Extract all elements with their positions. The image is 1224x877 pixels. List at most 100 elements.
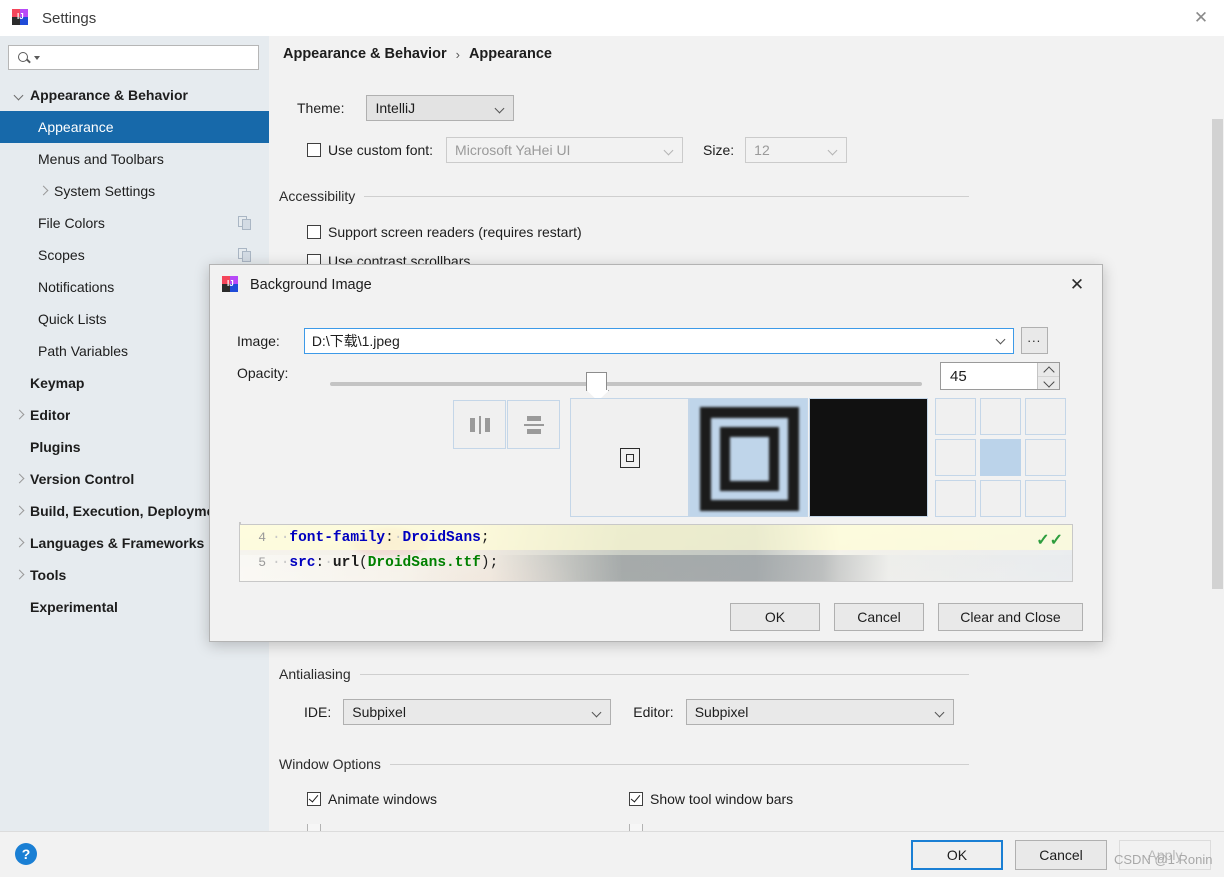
flip-vertical-button[interactable] (507, 400, 560, 449)
chevron-down-icon (935, 708, 949, 717)
chevron-down-icon (664, 146, 678, 155)
code-token: ( (359, 554, 368, 571)
flip-horizontal-button[interactable] (453, 400, 506, 449)
breadcrumb-parent[interactable]: Appearance & Behavior (283, 46, 447, 62)
search-input[interactable] (40, 49, 252, 66)
chevron-down-icon[interactable] (14, 89, 26, 101)
anchor-cell-middle-right[interactable] (1025, 439, 1066, 476)
cancel-button[interactable]: Cancel (1015, 840, 1107, 870)
anchor-cell-top-right[interactable] (1025, 398, 1066, 435)
fill-mode-tile[interactable] (809, 398, 928, 517)
watermark: CSDN @1 Ronin (1114, 852, 1213, 867)
spinner-up-icon[interactable] (1038, 363, 1059, 377)
sidebar-item-appearance[interactable]: Appearance (0, 111, 269, 143)
browse-button[interactable]: ... (1020, 327, 1048, 354)
copy-settings-icon[interactable] (238, 248, 252, 262)
ide-antialiasing-select[interactable]: Subpixel (343, 699, 612, 725)
chevron-right-icon[interactable] (14, 537, 26, 549)
antialiasing-group-title: Antialiasing (279, 666, 351, 682)
image-path-input[interactable]: D:\下载\1.jpeg (303, 327, 1014, 354)
anchor-cell-bottom-right[interactable] (1025, 480, 1066, 517)
chevron-right-icon[interactable] (14, 409, 26, 421)
close-icon[interactable]: ✕ (1066, 274, 1088, 296)
animate-windows-row[interactable]: Animate windows (307, 791, 437, 807)
screen-readers-row[interactable]: Support screen readers (requires restart… (307, 224, 582, 240)
breadcrumb-current: Appearance (468, 46, 552, 62)
show-tool-window-bars-row[interactable]: Show tool window bars (629, 791, 793, 807)
clipped-checkbox[interactable] (629, 824, 643, 831)
anchor-cell-top-left[interactable] (935, 398, 976, 435)
antialiasing-group-header: Antialiasing (279, 666, 969, 682)
close-icon[interactable]: ✕ (1178, 0, 1224, 36)
intellij-idea-icon: IJ (222, 276, 240, 294)
sidebar-item-menus-and-toolbars[interactable]: Menus and Toolbars (0, 143, 269, 175)
anchor-cell-top-center[interactable] (980, 398, 1021, 435)
code-token: ; (489, 554, 499, 571)
help-question-icon[interactable]: ? (15, 843, 37, 865)
support-screen-readers-checkbox[interactable] (307, 225, 321, 239)
fill-mode-scale[interactable] (689, 398, 808, 517)
opacity-spinner[interactable]: 45 (940, 362, 1060, 390)
breadcrumb: Appearance & Behavior › Appearance (283, 46, 552, 62)
settings-window: IJ Settings ✕ Appearance & Behavior Appea… (0, 0, 1224, 877)
code-token: src (289, 554, 316, 571)
cutoff-row-right (629, 824, 643, 831)
opacity-slider[interactable] (330, 372, 922, 399)
chevron-down-icon[interactable] (995, 336, 1009, 346)
anchor-cell-bottom-center[interactable] (980, 480, 1021, 517)
inspection-ok-check-icon[interactable]: ✓✓ (1036, 533, 1063, 549)
anchor-position-grid[interactable] (935, 398, 1066, 517)
ok-button[interactable]: OK (911, 840, 1003, 870)
ok-button[interactable]: OK (730, 603, 820, 631)
main-scrollbar[interactable] (1211, 49, 1224, 831)
sidebar-item-label: File Colors (38, 215, 105, 231)
code-token: · (324, 554, 333, 571)
copy-settings-icon[interactable] (238, 216, 252, 230)
code-token: ·· (272, 529, 290, 546)
cancel-button[interactable]: Cancel (834, 603, 924, 631)
chevron-right-icon[interactable] (14, 473, 26, 485)
clipped-checkbox[interactable] (307, 824, 321, 831)
anchor-cell-middle-left[interactable] (935, 439, 976, 476)
center-preview-icon (619, 447, 640, 468)
divider (389, 763, 969, 765)
chevron-right-icon[interactable] (38, 185, 50, 197)
code-token: url (332, 554, 360, 571)
chevron-down-icon (828, 146, 842, 155)
animate-windows-checkbox[interactable] (307, 792, 321, 806)
spinner-arrows (1037, 363, 1059, 389)
window-options-group-header: Window Options (279, 756, 969, 772)
chevron-right-icon[interactable] (14, 505, 26, 517)
breadcrumb-separator-icon: › (455, 46, 460, 62)
sidebar-item-label: Languages & Frameworks (30, 535, 205, 551)
fill-mode-center[interactable] (570, 398, 689, 517)
accessibility-group-title: Accessibility (279, 188, 356, 204)
anchor-cell-bottom-left[interactable] (935, 480, 976, 517)
font-size-select[interactable]: 12 (745, 137, 848, 163)
sidebar-item-file-colors[interactable]: File Colors (0, 207, 269, 239)
chevron-right-icon[interactable] (14, 569, 26, 581)
code-token: · (393, 529, 403, 546)
use-custom-font-label: Use custom font: (328, 142, 434, 158)
custom-font-select[interactable]: Microsoft YaHei UI (446, 137, 684, 163)
search-box[interactable] (8, 45, 259, 70)
sidebar-item-system-settings[interactable]: System Settings (0, 175, 269, 207)
sidebar-item-label: Appearance & Behavior (30, 87, 188, 103)
anchor-cell-middle-center[interactable] (980, 439, 1021, 476)
sidebar-item-label: Keymap (30, 375, 85, 391)
sidebar-item-appearance-behavior[interactable]: Appearance & Behavior (0, 79, 269, 111)
slider-handle[interactable] (586, 372, 608, 391)
scrollbar-thumb[interactable] (1212, 119, 1223, 589)
opacity-row: Opacity: (237, 365, 288, 381)
spinner-down-icon[interactable] (1038, 376, 1059, 389)
clear-and-close-button[interactable]: Clear and Close (938, 603, 1083, 631)
search-container (0, 36, 269, 76)
sidebar-item-label: System Settings (54, 183, 156, 199)
show-tool-window-bars-checkbox[interactable] (629, 792, 643, 806)
line-number: 4 (258, 530, 266, 545)
theme-select[interactable]: IntelliJ (366, 95, 515, 121)
use-custom-font-checkbox[interactable] (307, 143, 321, 157)
code-token: ; (480, 529, 490, 546)
editor-antialiasing-label: Editor: (633, 704, 674, 720)
editor-antialiasing-select[interactable]: Subpixel (685, 699, 954, 725)
